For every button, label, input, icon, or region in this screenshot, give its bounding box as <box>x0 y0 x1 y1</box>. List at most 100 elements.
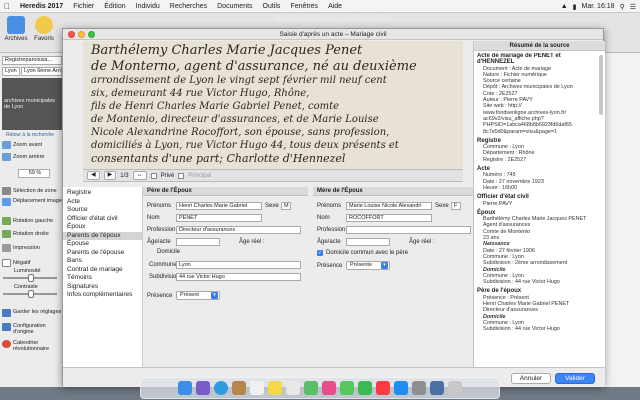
tab-officier[interactable]: Officier d'état civil <box>63 215 142 224</box>
tab-bans[interactable]: Bans <box>63 257 142 266</box>
father-age-input[interactable] <box>176 238 220 246</box>
system-preferences-icon[interactable] <box>412 381 426 395</box>
mother-prenoms-input[interactable]: Marie Louise Nicole Alexandri <box>346 202 432 210</box>
father-prenoms-input[interactable]: Henri Charles Marie Gabriel <box>176 202 262 210</box>
tab-parents-epoux[interactable]: Parents de l'époux <box>63 231 142 240</box>
scanned-act-image[interactable]: Barthélemy Charles Marie Jacques Penet d… <box>83 41 463 169</box>
father-sexe-input[interactable]: M <box>281 202 291 210</box>
apple-icon[interactable]:  <box>4 2 10 11</box>
heredis-icon[interactable] <box>430 381 444 395</box>
menu-fichier[interactable]: Fichier <box>73 3 94 10</box>
brightness-slider-knob[interactable] <box>28 274 34 282</box>
mother-age-input[interactable] <box>346 238 390 246</box>
zoom-level-field[interactable]: 59 % <box>18 169 50 178</box>
messages-icon[interactable] <box>340 381 354 395</box>
zone-select-button[interactable]: Sélection de zone <box>2 186 62 196</box>
tab-signatures[interactable]: Signatures <box>63 283 142 292</box>
archives-button[interactable]: Archives <box>2 16 30 42</box>
rotate-left-button[interactable]: Rotation gauche <box>2 216 62 226</box>
rotate-right-button[interactable]: Rotation droite <box>2 229 62 239</box>
validate-button[interactable]: Valider <box>555 373 595 384</box>
mother-presence-select[interactable]: Présente ▾ <box>346 261 390 270</box>
photos-icon[interactable] <box>322 381 336 395</box>
facetime-icon[interactable] <box>358 381 372 395</box>
music-icon[interactable] <box>376 381 390 395</box>
favoris-button[interactable]: Favoris <box>30 16 58 42</box>
father-commune-label: Commune <box>149 262 177 268</box>
original-config-button[interactable]: Configuration d'origine <box>2 323 62 336</box>
maximize-window-icon[interactable] <box>88 31 95 38</box>
menu-recherches[interactable]: Recherches <box>170 3 207 10</box>
clock[interactable]: Mar. 16:18 <box>582 3 615 10</box>
tab-parents-epouse[interactable]: Parents de l'épouse <box>63 249 142 258</box>
mother-sexe-input[interactable]: F <box>451 202 461 210</box>
reminders-icon[interactable] <box>286 381 300 395</box>
mother-profession-input[interactable] <box>346 226 471 234</box>
tab-epoux[interactable]: Époux <box>63 223 142 232</box>
contrast-slider[interactable] <box>3 290 57 298</box>
brightness-slider[interactable] <box>3 274 57 282</box>
minimize-window-icon[interactable] <box>78 31 85 38</box>
same-domicile-checkbox[interactable]: ✓ <box>317 250 323 256</box>
mother-nom-input[interactable]: ROCOFFORT <box>346 214 432 222</box>
contacts-icon[interactable] <box>232 381 246 395</box>
menu-outils[interactable]: Outils <box>263 3 281 10</box>
next-page-button[interactable]: ▶ <box>103 171 117 180</box>
save-settings-button[interactable]: Garder les réglages <box>2 309 62 322</box>
move-image-button[interactable]: Déplacement image <box>2 198 62 212</box>
revolutionary-calendar-button[interactable]: Calendrier révolutionnaire <box>2 340 62 353</box>
trash-icon[interactable] <box>448 381 462 395</box>
tab-contrat[interactable]: Contrat de mariage <box>63 266 142 275</box>
battery-icon[interactable]: ▮ <box>573 3 577 11</box>
father-profession-input[interactable]: Directeur d'assurances <box>176 226 301 234</box>
menu-documents[interactable]: Documents <box>217 3 252 10</box>
register-field[interactable]: Registreparoissia... <box>2 56 62 65</box>
tab-infos[interactable]: Infos complémentaires <box>63 291 142 300</box>
search-icon[interactable]: ⚲ <box>620 3 625 11</box>
zoom-out-button[interactable]: Zoom arrière <box>2 152 62 162</box>
archive-thumbnail[interactable]: archives municipales de Lyon <box>2 78 62 130</box>
calendar-app-icon[interactable] <box>250 381 264 395</box>
notes-icon[interactable] <box>268 381 282 395</box>
tab-source[interactable]: Source <box>63 206 142 215</box>
menu-fenetres[interactable]: Fenêtres <box>290 3 318 10</box>
tab-registre[interactable]: Registre <box>63 189 142 198</box>
tab-temoins[interactable]: Témoins <box>63 274 142 283</box>
father-subdivision-input[interactable]: 44 rue Victor Hugo <box>176 273 301 281</box>
launchpad-icon[interactable] <box>196 381 210 395</box>
tab-acte[interactable]: Acte <box>63 198 142 207</box>
summary-scrollbar[interactable] <box>599 55 603 115</box>
back-to-search-link[interactable]: Retour à la recherche <box>6 132 54 138</box>
fit-image-button[interactable]: ↔ <box>132 171 147 180</box>
arrondissement-field[interactable]: Lyon 6ème Arrond... <box>21 67 62 76</box>
summary-registre-line: Registre : 2E2527 <box>483 156 527 163</box>
contrast-slider-knob[interactable] <box>28 290 34 298</box>
menu-individu[interactable]: Individu <box>136 3 160 10</box>
commune-field[interactable]: Lyon <box>2 67 20 76</box>
principal-checkbox[interactable] <box>178 172 185 179</box>
menu-edition[interactable]: Édition <box>104 3 125 10</box>
menu-aide[interactable]: Aide <box>328 3 342 10</box>
close-window-icon[interactable] <box>68 31 75 38</box>
safari-icon[interactable] <box>214 381 228 395</box>
tab-epouse[interactable]: Épouse <box>63 240 142 249</box>
cancel-button[interactable]: Annuler <box>511 373 551 384</box>
principal-label: Principal <box>188 172 212 179</box>
menu-list-icon[interactable]: ☰ <box>630 3 636 11</box>
previous-page-button[interactable]: ◀ <box>87 171 100 180</box>
father-nom-input[interactable]: PENET <box>176 214 262 222</box>
negative-toggle[interactable]: Négatif <box>2 258 62 268</box>
rotate-right-label: Rotation droite <box>13 231 49 237</box>
finder-icon[interactable] <box>178 381 192 395</box>
menu-app-name[interactable]: Heredis 2017 <box>20 3 63 10</box>
zoom-in-button[interactable]: Zoom avant <box>2 140 62 150</box>
father-commune-input[interactable]: Lyon <box>176 261 301 269</box>
maps-icon[interactable] <box>304 381 318 395</box>
father-presence-select[interactable]: Présent ▾ <box>176 291 220 300</box>
private-label: Privé <box>160 172 175 179</box>
print-button[interactable]: Impression <box>2 243 62 253</box>
app-store-icon[interactable] <box>394 381 408 395</box>
summary-url-line[interactable]: 8c7e5d0&param=visu&page=1 <box>477 129 591 135</box>
private-checkbox[interactable] <box>150 172 157 179</box>
wifi-icon[interactable]: ▲ <box>561 3 568 10</box>
